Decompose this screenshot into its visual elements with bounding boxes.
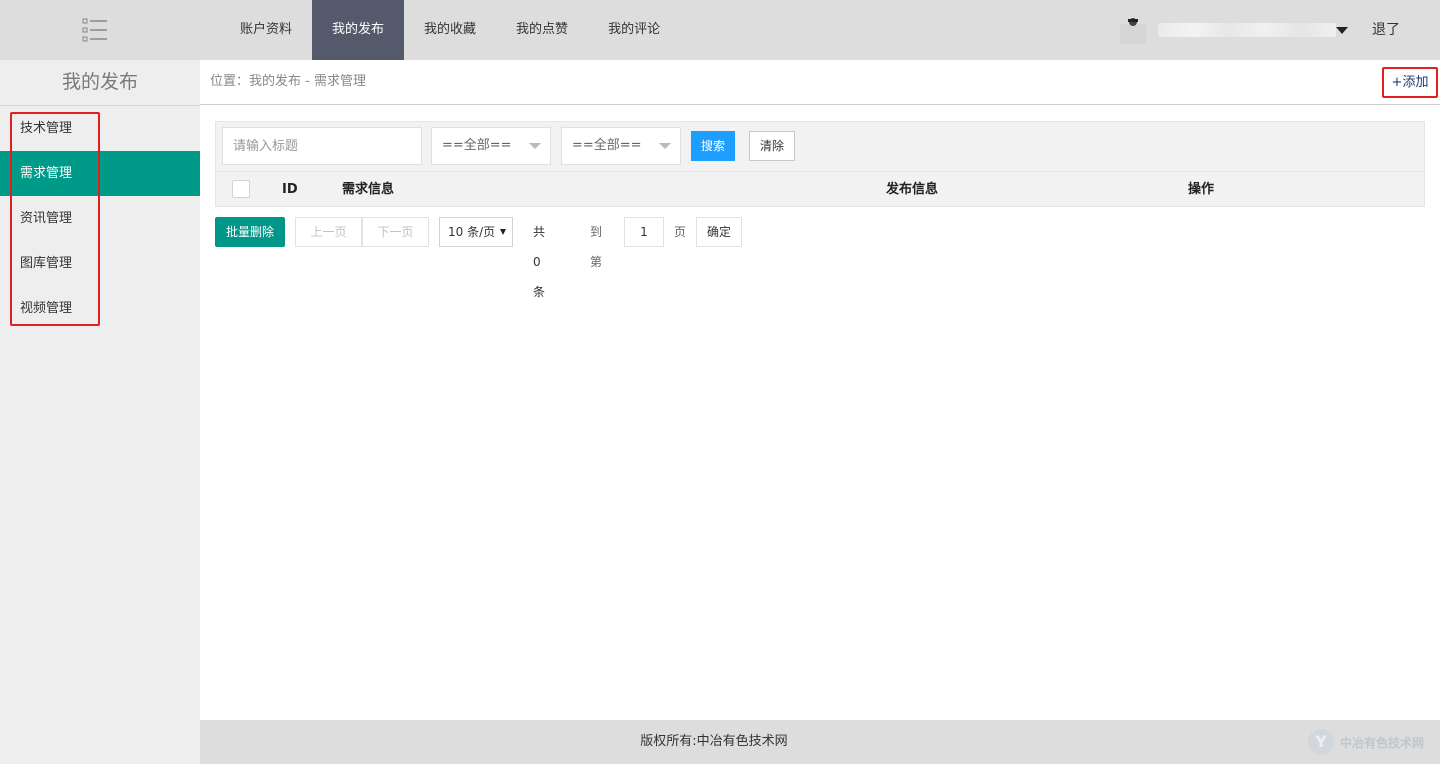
- breadcrumb: 位置：我的发布 - 需求管理: [210, 74, 366, 89]
- list-menu-icon[interactable]: [82, 17, 108, 43]
- filter-panel: ==全部== ==全部== 搜索 清除 ID 需求信息 发布信息 操作: [215, 121, 1425, 207]
- column-header-id: ID: [282, 182, 298, 197]
- dropdown-arrow-icon: [500, 229, 506, 235]
- select-2-value: ==全部==: [572, 138, 642, 153]
- watermark: Y 中冶有色技术网: [1308, 728, 1424, 756]
- add-button[interactable]: +添加: [1382, 67, 1438, 98]
- nav-account-info[interactable]: 账户资料: [220, 0, 312, 60]
- nav-my-favorites[interactable]: 我的收藏: [404, 0, 496, 60]
- caret-down-icon[interactable]: [1336, 26, 1348, 34]
- logout-link[interactable]: 退了: [1372, 0, 1400, 60]
- sidebar-item-gallery[interactable]: 图库管理: [0, 241, 200, 286]
- copyright-text: 版权所有:中冶有色技术网: [640, 734, 788, 749]
- username-blurred: [1158, 23, 1336, 37]
- sidebar: 我的发布 技术管理 需求管理 资讯管理 图库管理 视频管理: [0, 60, 200, 764]
- top-bar: 账户资料 我的发布 我的收藏 我的点赞 我的评论 退了: [0, 0, 1440, 60]
- page-number-input[interactable]: [624, 217, 664, 247]
- goto-label: 到第: [590, 225, 603, 269]
- select-arrow-icon: [659, 143, 671, 149]
- sidebar-item-demand[interactable]: 需求管理: [0, 151, 200, 196]
- user-menu[interactable]: [1118, 16, 1348, 44]
- select-all-checkbox[interactable]: [232, 180, 250, 198]
- nav-my-posts[interactable]: 我的发布: [312, 0, 405, 60]
- sidebar-item-video[interactable]: 视频管理: [0, 286, 200, 331]
- user-avatar-icon: [1118, 16, 1150, 44]
- column-header-actions: 操作: [1188, 182, 1215, 197]
- page-size-value: 10 条/页: [448, 225, 496, 239]
- watermark-logo-icon: Y: [1308, 729, 1334, 755]
- next-page-button[interactable]: 下一页: [362, 217, 429, 247]
- total-count: 共 0 条: [533, 225, 546, 299]
- clear-button[interactable]: 清除: [749, 131, 795, 161]
- page-size-select[interactable]: 10 条/页: [439, 217, 513, 247]
- sidebar-item-news[interactable]: 资讯管理: [0, 196, 200, 241]
- footer: 版权所有:中冶有色技术网 Y 中冶有色技术网: [200, 720, 1440, 764]
- main-nav: 账户资料 我的发布 我的收藏 我的点赞 我的评论: [220, 0, 680, 60]
- page-unit-label: 页: [674, 225, 687, 239]
- breadcrumb-bar: 位置：我的发布 - 需求管理 +添加: [200, 60, 1440, 105]
- watermark-text: 中冶有色技术网: [1340, 735, 1425, 750]
- table-header: ID 需求信息 发布信息 操作: [216, 171, 1424, 208]
- column-header-demand-info: 需求信息: [342, 182, 395, 197]
- sidebar-title: 我的发布: [0, 60, 200, 106]
- batch-delete-button[interactable]: 批量删除: [215, 217, 285, 247]
- title-search-input[interactable]: [222, 127, 422, 165]
- select-arrow-icon: [529, 143, 541, 149]
- category-select-1[interactable]: ==全部==: [431, 127, 551, 165]
- goto-confirm-button[interactable]: 确定: [696, 217, 742, 247]
- search-button[interactable]: 搜索: [691, 131, 735, 161]
- nav-my-comments[interactable]: 我的评论: [588, 0, 680, 60]
- prev-page-button[interactable]: 上一页: [295, 217, 362, 247]
- select-1-value: ==全部==: [442, 138, 512, 153]
- nav-my-likes[interactable]: 我的点赞: [496, 0, 588, 60]
- category-select-2[interactable]: ==全部==: [561, 127, 681, 165]
- sidebar-item-tech[interactable]: 技术管理: [0, 106, 200, 151]
- column-header-publish-info: 发布信息: [886, 182, 939, 197]
